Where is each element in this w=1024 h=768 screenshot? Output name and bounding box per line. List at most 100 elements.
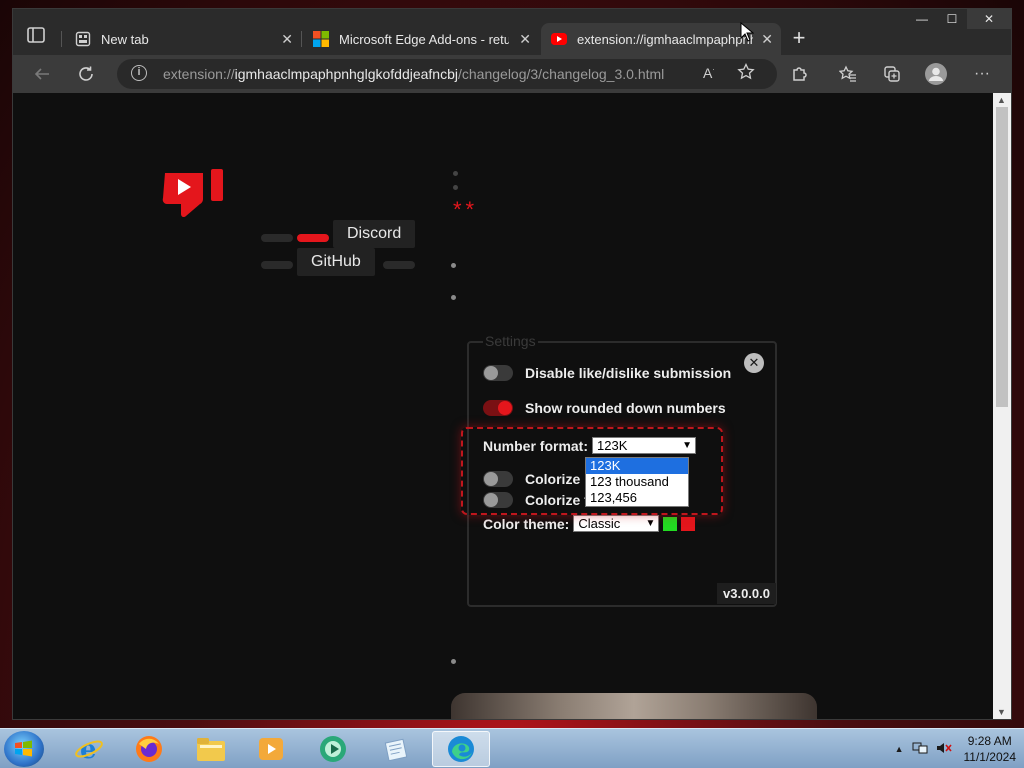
back-arrow-icon[interactable] <box>31 63 53 85</box>
tab-strip: — ☐ ✕ New tab ✕ Microsoft Edge Add-ons -… <box>13 9 1011 55</box>
close-settings-button[interactable]: ✕ <box>744 353 764 373</box>
list-bullet <box>451 659 456 664</box>
taskbar-file-explorer[interactable] <box>184 731 238 767</box>
tab-new-tab[interactable]: New tab ✕ <box>65 23 301 55</box>
close-tab-icon[interactable]: ✕ <box>761 31 773 48</box>
version-badge: v3.0.0.0 <box>717 583 776 604</box>
volume-muted-icon[interactable] <box>936 741 952 758</box>
clock-date: 11/1/2024 <box>963 750 1017 764</box>
maximize-button[interactable]: ☐ <box>937 9 967 29</box>
rounded-numbers-toggle[interactable] <box>483 400 513 416</box>
new-tab-button[interactable]: + <box>787 25 811 51</box>
edge-window: — ☐ ✕ New tab ✕ Microsoft Edge Add-ons -… <box>12 8 1012 720</box>
vertical-scrollbar[interactable]: ▲ ▼ <box>993 93 1011 719</box>
close-tab-icon[interactable]: ✕ <box>519 31 531 48</box>
dislike-color-swatch[interactable] <box>681 516 696 531</box>
taskbar-app-teal[interactable] <box>306 731 360 767</box>
disable-submission-label: Disable like/dislike submission <box>525 365 732 381</box>
navigation-toolbar: i extension://igmhaaclmpaphpnhglgkofddje… <box>13 55 1011 93</box>
teal-app-icon <box>320 736 346 762</box>
scrollbar-thumb[interactable] <box>996 107 1008 407</box>
tab-actions-icon[interactable] <box>27 27 49 45</box>
start-button[interactable] <box>4 731 44 767</box>
discord-link[interactable]: Discord <box>333 220 416 248</box>
tab-title: New tab <box>101 31 149 47</box>
url-text[interactable]: extension://igmhaaclmpaphpnhglgkofddjeaf… <box>163 66 664 82</box>
tab-separator <box>301 31 302 47</box>
number-format-option[interactable]: 123K <box>586 458 688 474</box>
address-bar[interactable]: i extension://igmhaaclmpaphpnhglgkofddje… <box>117 59 777 89</box>
rounded-numbers-row: Show rounded down numbers <box>483 400 726 416</box>
internet-explorer-icon: e <box>75 735 103 764</box>
close-tab-icon[interactable]: ✕ <box>281 31 293 48</box>
windows-taskbar: e ▲ 9:28 AM 11/1/2024 <box>0 728 1024 768</box>
media-player-icon <box>259 738 283 760</box>
system-tray: ▲ 9:28 AM 11/1/2024 <box>887 729 1016 768</box>
color-theme-select[interactable]: Classic ▼ <box>573 515 660 532</box>
refresh-icon[interactable] <box>75 63 97 85</box>
clock-time: 9:28 AM <box>967 734 1012 748</box>
taskbar-firefox[interactable] <box>122 731 176 767</box>
edge-icon <box>448 736 474 762</box>
disable-submission-row: Disable like/dislike submission <box>483 365 731 381</box>
scroll-up-arrow-icon[interactable]: ▲ <box>997 95 1006 105</box>
site-info-icon[interactable]: i <box>131 65 147 81</box>
favorites-icon[interactable] <box>837 63 859 85</box>
microsoft-logo-icon <box>313 31 329 47</box>
rounded-numbers-label: Show rounded down numbers <box>525 400 726 416</box>
youtube-icon <box>551 31 567 47</box>
return-youtube-dislike-logo-icon <box>161 165 227 225</box>
nav-decoration <box>261 234 293 242</box>
page-content: Discord GitHub ** Settings ✕ Disable lik… <box>13 93 995 719</box>
firefox-icon <box>136 736 162 762</box>
nav-decoration <box>261 261 293 269</box>
settings-legend: Settings <box>483 333 538 349</box>
collections-icon[interactable] <box>881 63 903 85</box>
number-format-option[interactable]: 123 thousand <box>586 474 688 490</box>
tab-edge-addons[interactable]: Microsoft Edge Add-ons - return ✕ <box>303 23 539 55</box>
profile-avatar-icon[interactable] <box>925 63 947 85</box>
nav-decoration-active <box>297 234 329 242</box>
color-theme-label: Color theme: <box>483 515 570 532</box>
more-options-icon[interactable]: ··· <box>971 63 993 85</box>
scroll-down-arrow-icon[interactable]: ▼ <box>997 707 1006 717</box>
new-tab-page-icon <box>75 31 91 47</box>
show-hidden-icons-icon[interactable]: ▲ <box>895 744 904 754</box>
taskbar-clock[interactable]: 9:28 AM 11/1/2024 <box>964 733 1017 765</box>
taskbar-internet-explorer[interactable]: e <box>62 731 116 767</box>
svg-text:e: e <box>80 735 97 764</box>
taskbar-notepad-app[interactable] <box>370 731 424 767</box>
read-aloud-icon[interactable]: Aᐧ <box>703 65 714 81</box>
list-bullet <box>453 171 458 176</box>
color-theme-row: Color theme: Classic ▼ <box>483 515 696 532</box>
extensions-puzzle-icon[interactable] <box>789 63 811 85</box>
url-host: igmhaaclmpaphpnhglgkofddjeafncbj <box>234 66 458 82</box>
disable-submission-toggle[interactable] <box>483 365 513 381</box>
mouse-cursor-icon <box>740 22 754 42</box>
notepad-icon <box>384 738 408 762</box>
taskbar-media-player[interactable] <box>244 731 298 767</box>
close-window-button[interactable]: ✕ <box>967 9 1011 29</box>
add-favorite-star-icon[interactable] <box>737 62 755 86</box>
list-bullet <box>453 185 458 190</box>
window-controls: — ☐ ✕ <box>907 9 1011 29</box>
nav-decoration <box>383 261 415 269</box>
tab-title: Microsoft Edge Add-ons - return <box>339 31 509 47</box>
network-icon[interactable] <box>912 741 928 758</box>
changelog-image <box>451 693 817 719</box>
windows-logo-icon <box>15 740 32 757</box>
minimize-button[interactable]: — <box>907 9 937 29</box>
folder-icon <box>197 738 225 761</box>
tab-separator <box>61 31 62 47</box>
taskbar-edge[interactable] <box>432 731 490 767</box>
list-bullet <box>451 263 456 268</box>
number-format-option[interactable]: 123,456 <box>586 490 688 506</box>
chevron-down-icon: ▼ <box>645 518 656 529</box>
number-format-options-list: 123K 123 thousand 123,456 <box>585 457 689 507</box>
tab-title: extension://igmhaaclmpaphpnh <box>577 31 753 47</box>
url-scheme: extension:// <box>163 66 235 82</box>
color-theme-value: Classic <box>578 516 621 531</box>
like-color-swatch[interactable] <box>663 516 678 531</box>
github-link[interactable]: GitHub <box>297 248 375 276</box>
url-path: /changelog/3/changelog_3.0.html <box>458 66 665 82</box>
